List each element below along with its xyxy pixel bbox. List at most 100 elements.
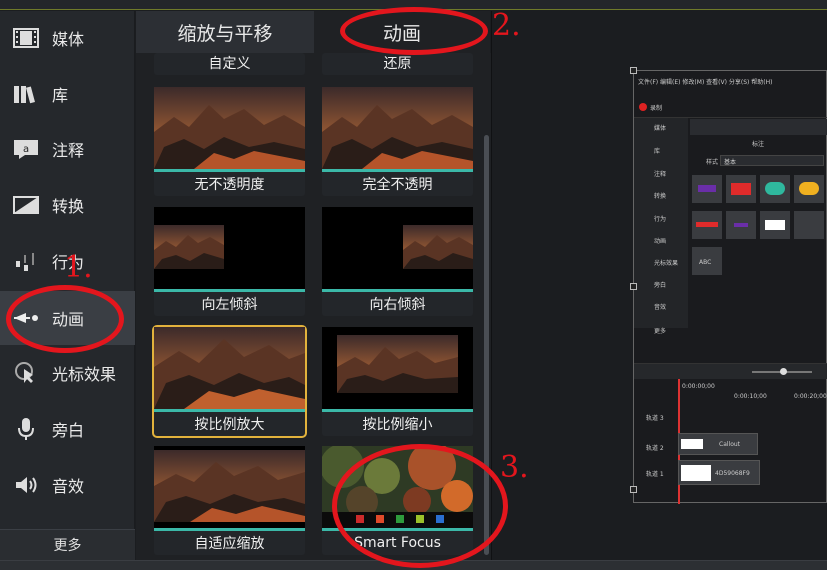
preset-scale-down[interactable]: 按比例缩小 — [322, 327, 473, 436]
preview-track-name: 轨道 2 — [646, 445, 664, 452]
annotation-icon: a — [12, 136, 40, 162]
sidebar-item-voice-narration[interactable]: 旁白 — [0, 402, 135, 456]
preset-label: 向左倾斜 — [201, 297, 258, 313]
preview-panel-title: 标注 — [752, 141, 765, 148]
callout-white-box — [765, 220, 785, 230]
sidebar-item-audio-effects[interactable]: 音效 — [0, 458, 135, 512]
sidebar-item-label: 注释 — [52, 141, 85, 160]
sidebar-item-transitions[interactable]: 转换 — [0, 178, 135, 232]
callout-tile — [760, 175, 790, 203]
sidebar-item-label: 媒体 — [52, 30, 85, 49]
preset-scale-to-fit[interactable]: 自适应缩放 — [154, 446, 305, 555]
annotation-ellipse-2 — [340, 7, 488, 55]
preset-thumbnail — [322, 87, 473, 169]
preset-full-opacity[interactable]: 完全不透明 — [322, 87, 473, 196]
preview-record-label: 录制 — [650, 105, 663, 112]
preview-clip-callout: Callout — [678, 433, 758, 455]
preset-thumbnail — [154, 446, 305, 528]
preview-zoom-knob — [780, 368, 787, 375]
more-button[interactable]: 更多 — [0, 529, 135, 560]
preset-label: 自适应缩放 — [194, 536, 265, 552]
preset-thumbnail — [322, 207, 473, 289]
preview-track-name: 轨道 1 — [646, 471, 664, 478]
sidebar-item-cursor-effects[interactable]: 光标效果 — [0, 346, 135, 400]
annotation-number-3: 3. — [500, 450, 529, 485]
preset-label: 自定义 — [208, 56, 251, 72]
resize-handle[interactable] — [630, 67, 637, 74]
preview-side-item: 光标效果 — [654, 260, 679, 267]
preset-thumbnail — [322, 327, 473, 409]
preset-tilt-right[interactable]: 向右倾斜 — [322, 207, 473, 316]
sidebar-item-label: 转换 — [52, 197, 85, 216]
cursor-effect-icon — [12, 360, 40, 386]
preset-tilt-left[interactable]: 向左倾斜 — [154, 207, 305, 316]
preset-label: 按比例缩小 — [362, 417, 433, 433]
speaker-icon — [12, 472, 40, 498]
callout-tile — [794, 175, 824, 203]
resize-handle[interactable] — [630, 486, 637, 493]
preview-track-name: 轨道 3 — [646, 415, 664, 422]
preset-custom[interactable]: 自定义 — [154, 53, 305, 75]
preset-label: 无不透明度 — [194, 177, 265, 193]
annotation-number-2: 2. — [492, 8, 521, 43]
record-icon — [639, 103, 647, 111]
preview-timeline-toolbar — [634, 363, 827, 379]
sidebar-item-library[interactable]: 库 — [0, 67, 135, 121]
preview-style-value: 基本 — [724, 159, 737, 166]
callout-tile — [760, 211, 790, 239]
preset-label: 向右倾斜 — [369, 297, 426, 313]
preview-side-item: 转换 — [654, 193, 667, 200]
preview-screenshot: 文件(F) 编辑(E) 修改(M) 查看(V) 分享(S) 帮助(H) 录制 媒… — [633, 70, 827, 504]
preview-side-item: 注释 — [654, 171, 667, 178]
preview-clip-label: 4D59068F9 — [715, 470, 750, 477]
library-icon — [12, 81, 40, 107]
resize-handle[interactable] — [630, 283, 637, 290]
preset-no-opacity[interactable]: 无不透明度 — [154, 87, 305, 196]
preview-clip-thumb — [681, 465, 711, 481]
preview-sidebar — [634, 118, 688, 328]
sidebar-item-label: 库 — [52, 86, 69, 105]
preview-abc-text: ABC — [699, 259, 712, 266]
callout-arrow-shape — [696, 222, 718, 227]
sidebar-item-label: 旁白 — [52, 421, 85, 440]
preset-thumbnail — [154, 87, 305, 169]
preview-timecode: 0:00:00;00 — [682, 383, 715, 390]
film-icon — [12, 25, 40, 51]
sidebar-item-annotations[interactable]: a 注释 — [0, 122, 135, 176]
callout-tile — [692, 211, 722, 239]
callout-purple-shape — [698, 185, 716, 192]
preview-side-item: 音效 — [654, 304, 667, 311]
preview-menu-bar: 文件(F) 编辑(E) 修改(M) 查看(V) 分享(S) 帮助(H) — [638, 79, 773, 86]
preset-restore[interactable]: 还原 — [322, 53, 473, 75]
svg-text:a: a — [23, 144, 29, 155]
preview-more-label: 更多 — [654, 328, 667, 335]
preview-timecode: 0:00:20;00 — [794, 393, 827, 400]
annotation-number-1: 1. — [64, 250, 93, 285]
callout-red-shape — [731, 183, 751, 195]
callout-tile — [692, 175, 722, 203]
preset-scale-up[interactable]: 按比例放大 — [152, 325, 307, 438]
callout-tile — [726, 175, 756, 203]
sidebar-item-label: 音效 — [52, 477, 85, 496]
annotation-ellipse-1 — [6, 285, 124, 353]
callout-purple-bar — [734, 223, 748, 227]
preview-side-item: 媒体 — [654, 125, 667, 132]
preview-clip-media: 4D59068F9 — [678, 460, 760, 485]
behavior-icon — [12, 248, 40, 274]
preset-label: 还原 — [383, 56, 412, 72]
preview-side-item: 动画 — [654, 238, 667, 245]
transition-icon — [12, 192, 40, 218]
sidebar-item-media[interactable]: 媒体 — [0, 11, 135, 65]
preset-thumbnail — [154, 327, 305, 409]
callout-tile — [794, 211, 824, 239]
microphone-icon — [12, 416, 40, 442]
preview-side-item: 库 — [654, 148, 661, 155]
preset-label: 按比例放大 — [194, 417, 265, 433]
preview-side-item: 旁白 — [654, 282, 667, 289]
tab-zoom-pan[interactable]: 缩放与平移 — [136, 11, 314, 53]
preview-timecode: 0:00:10;00 — [734, 393, 767, 400]
preset-label: 完全不透明 — [362, 177, 433, 193]
preview-toolbar — [690, 119, 827, 135]
preview-style-label: 样式 — [706, 159, 719, 166]
callout-tile — [726, 211, 756, 239]
